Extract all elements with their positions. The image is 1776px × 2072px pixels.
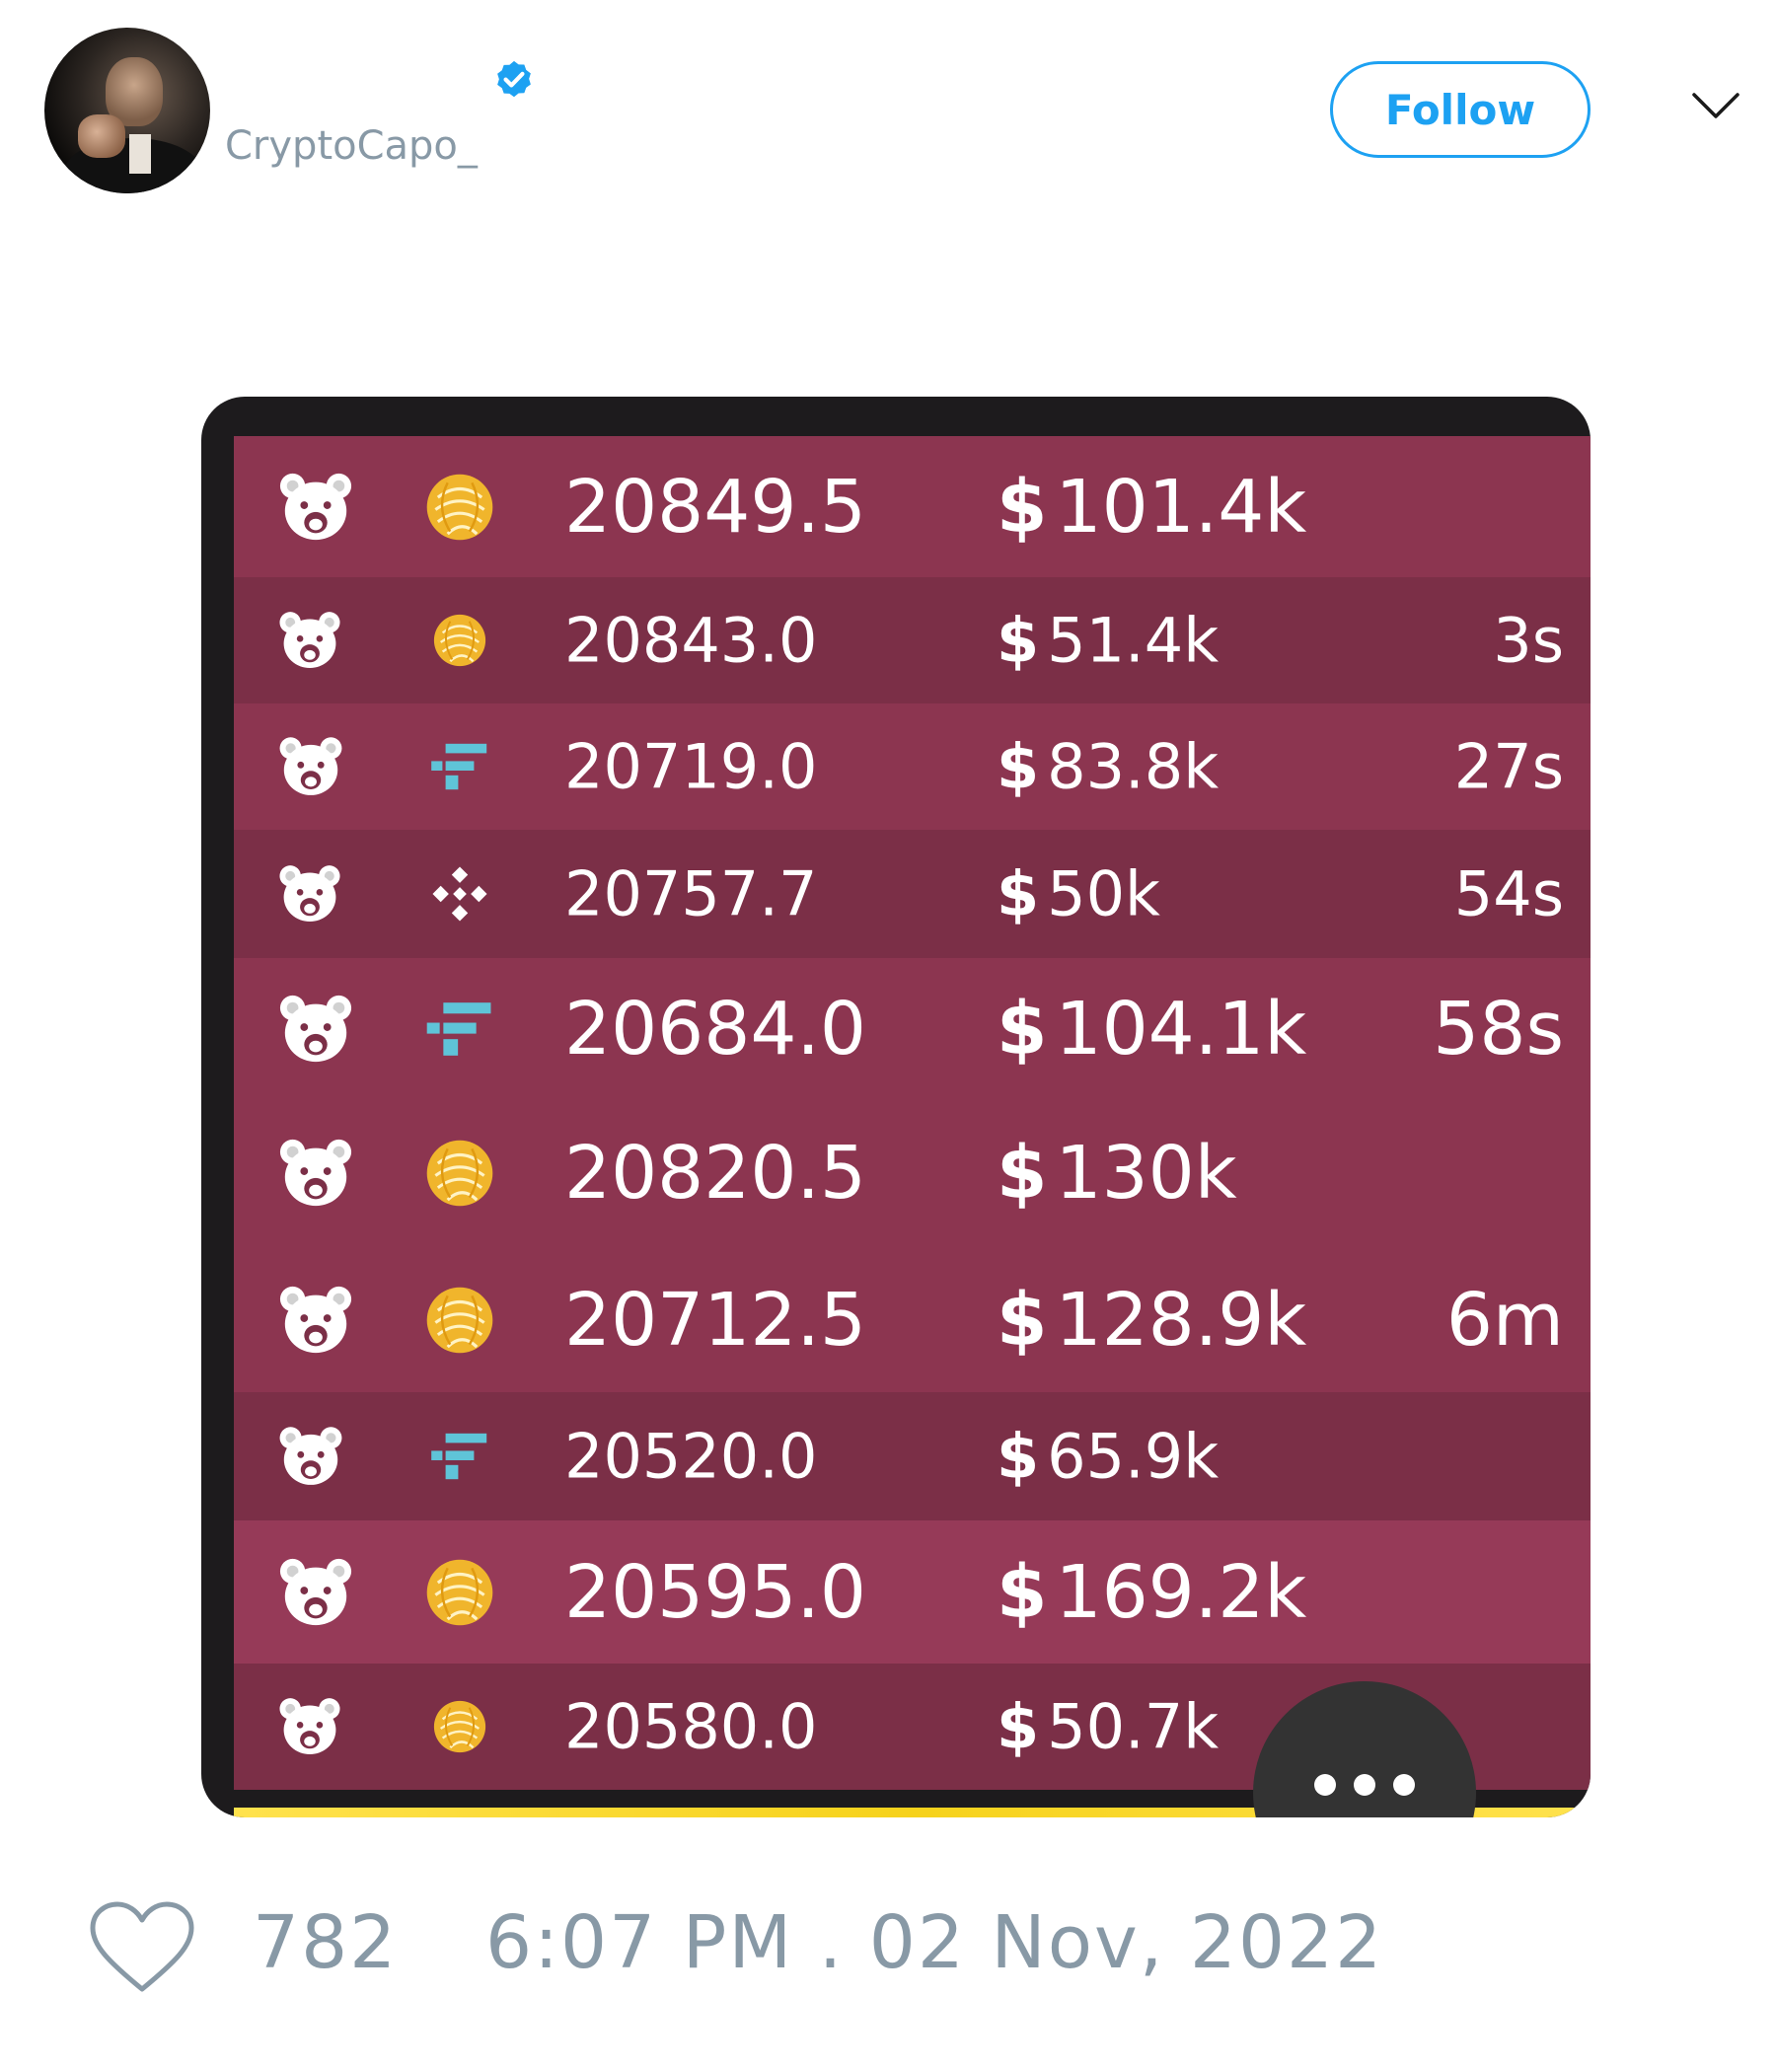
chevron-down-icon[interactable]: [1691, 91, 1740, 120]
dollar-sign: $: [997, 1549, 1048, 1635]
user-avatar[interactable]: [44, 28, 210, 193]
trade-amount-value: 83.8k: [1047, 730, 1220, 803]
yellow-swirl-exchange-icon: [423, 471, 496, 548]
bear-icon: [277, 991, 354, 1072]
avatar-shirt: [129, 134, 151, 174]
trade-row: 20684.0 $104.1k 58s: [234, 958, 1591, 1099]
heart-icon[interactable]: [89, 1900, 195, 1995]
yellow-swirl-exchange-icon: [423, 1556, 496, 1633]
trade-row: 20595.0 $169.2k: [234, 1520, 1591, 1664]
follow-button[interactable]: Follow: [1330, 61, 1591, 158]
trade-amount-value: 50k: [1047, 857, 1160, 930]
trade-amount: $169.2k: [997, 1550, 1306, 1635]
trade-price: 20849.5: [564, 464, 867, 550]
trade-amount: $130k: [997, 1131, 1237, 1216]
trade-row: 20820.5 $130k: [234, 1099, 1591, 1247]
trade-row: 20712.5 $128.9k 6m: [234, 1247, 1591, 1392]
trade-age: 58s: [1433, 986, 1564, 1072]
trade-price: 20757.7: [564, 857, 818, 930]
more-dot: [1314, 1774, 1336, 1796]
trade-price: 20520.0: [564, 1420, 818, 1493]
trade-age: 6m: [1445, 1277, 1564, 1363]
trade-row: 20757.7 $50k 54s: [234, 830, 1591, 958]
avatar-hand: [78, 114, 125, 158]
verified-badge-icon: [497, 60, 531, 98]
bear-icon: [277, 861, 342, 930]
binance-icon: [431, 865, 488, 926]
ftx-icon: [423, 993, 496, 1070]
bear-icon: [277, 733, 344, 804]
yellow-swirl-exchange-icon: [431, 612, 488, 673]
dollar-sign: $: [997, 1131, 1048, 1216]
trade-row: 20849.5 $101.4k: [234, 436, 1591, 577]
trade-amount: $65.9k: [997, 1421, 1219, 1493]
trade-amount: $50k: [997, 858, 1160, 930]
trade-price: 20595.0: [564, 1549, 867, 1635]
trade-price: 20684.0: [564, 986, 867, 1072]
trade-price: 20820.5: [564, 1131, 867, 1216]
trade-price: 20712.5: [564, 1277, 867, 1363]
trade-amount-value: 65.9k: [1047, 1420, 1220, 1493]
dollar-sign: $: [997, 730, 1040, 803]
trade-row: 20520.0 $65.9k: [234, 1392, 1591, 1520]
bear-icon: [277, 1423, 344, 1494]
dollar-sign: $: [997, 464, 1048, 550]
trade-amount-value: 50.7k: [1047, 1690, 1220, 1763]
trade-age: 54s: [1453, 857, 1564, 930]
trade-amount-value: 130k: [1055, 1131, 1237, 1216]
trade-amount: $101.4k: [997, 465, 1306, 550]
trade-row: 20719.0 $83.8k 27s: [234, 703, 1591, 830]
tweet-timestamp[interactable]: 6:07 PM . 02 Nov, 2022: [485, 1900, 1383, 1985]
trade-amount-value: 104.1k: [1055, 986, 1307, 1072]
more-dot: [1354, 1774, 1375, 1796]
yellow-swirl-exchange-icon: [423, 1284, 496, 1361]
dollar-sign: $: [997, 857, 1040, 930]
trade-amount-value: 101.4k: [1055, 464, 1307, 550]
dollar-sign: $: [997, 986, 1048, 1072]
ftx-icon: [428, 1425, 491, 1492]
trades-screenshot: 20849.5 $101.4k 20843.0 $51.4k 3s 20719.0 $8…: [201, 397, 1591, 1817]
dollar-sign: $: [997, 1277, 1048, 1363]
bear-icon: [277, 1554, 354, 1635]
yellow-swirl-exchange-icon: [431, 1698, 488, 1759]
bear-icon: [277, 469, 354, 550]
trade-price: 20580.0: [564, 1690, 818, 1763]
trade-amount: $51.4k: [997, 605, 1219, 677]
trade-amount-value: 128.9k: [1055, 1277, 1307, 1363]
bear-icon: [277, 1282, 354, 1363]
trade-amount: $128.9k: [997, 1278, 1306, 1363]
dollar-sign: $: [997, 604, 1040, 677]
bear-icon: [277, 1135, 354, 1216]
trade-price: 20719.0: [564, 730, 818, 803]
trade-amount: $83.8k: [997, 731, 1219, 803]
trades-list: 20849.5 $101.4k 20843.0 $51.4k 3s 20719.0 $8…: [234, 436, 1591, 1790]
bear-icon: [277, 1694, 342, 1763]
trade-row: 20843.0 $51.4k 3s: [234, 577, 1591, 703]
dollar-sign: $: [997, 1420, 1040, 1493]
trade-age: 27s: [1453, 730, 1564, 803]
trade-amount-value: 51.4k: [1047, 604, 1220, 677]
trade-amount: $50.7k: [997, 1691, 1219, 1763]
dollar-sign: $: [997, 1690, 1040, 1763]
bear-icon: [277, 608, 342, 677]
more-dot: [1393, 1774, 1415, 1796]
trade-amount-value: 169.2k: [1055, 1549, 1307, 1635]
ftx-icon: [428, 735, 491, 802]
yellow-swirl-exchange-icon: [423, 1137, 496, 1214]
trade-price: 20843.0: [564, 604, 818, 677]
like-count: 782: [253, 1900, 399, 1985]
trade-age: 3s: [1493, 604, 1564, 677]
trade-amount: $104.1k: [997, 987, 1306, 1072]
user-handle[interactable]: CryptoCapo_: [225, 123, 478, 169]
